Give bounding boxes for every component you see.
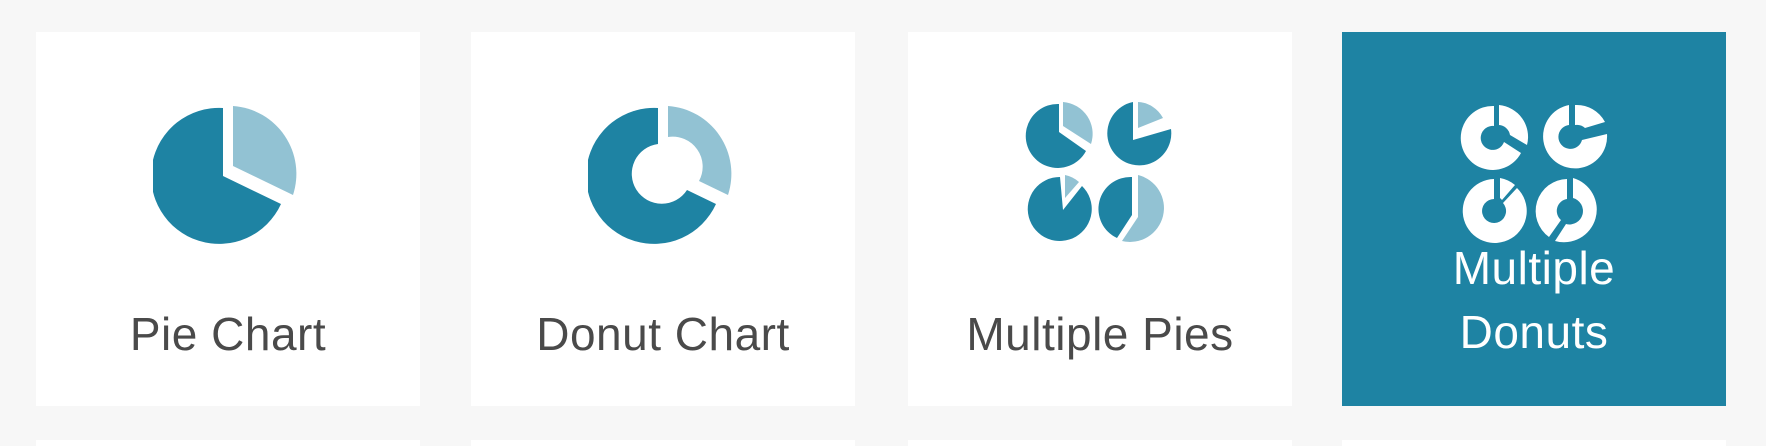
multiple-pies-card[interactable]: Multiple Pies [908,32,1292,406]
pie-chart-icon [153,106,297,244]
donut-chart-label: Donut Chart [536,308,790,360]
donut-chart-icon [588,106,732,244]
chart-type-grid: Pie Chart Donut Chart Multiple Pies Mult… [0,0,1766,446]
next-row-card-4 [1342,440,1726,446]
pie-chart-card[interactable]: Pie Chart [36,32,420,406]
multiple-donuts-card[interactable]: Multiple Donuts [1342,32,1726,406]
pie-chart-label: Pie Chart [129,308,327,360]
multiple-donuts-label-line-1: Multiple [1452,242,1616,294]
multiple-donuts-label-line-2: Donuts [1459,306,1609,358]
next-row-card-3 [908,440,1292,446]
multiple-pies-label: Multiple Pies [966,308,1234,360]
next-row-card-2 [471,440,855,446]
multiple-donuts-label: Multiple Donuts [1342,236,1726,364]
next-row-card-1 [36,440,420,446]
multiple-donuts-icon [1460,104,1608,243]
donut-chart-card[interactable]: Donut Chart [471,32,855,406]
multiple-pies-icon [1025,102,1172,242]
